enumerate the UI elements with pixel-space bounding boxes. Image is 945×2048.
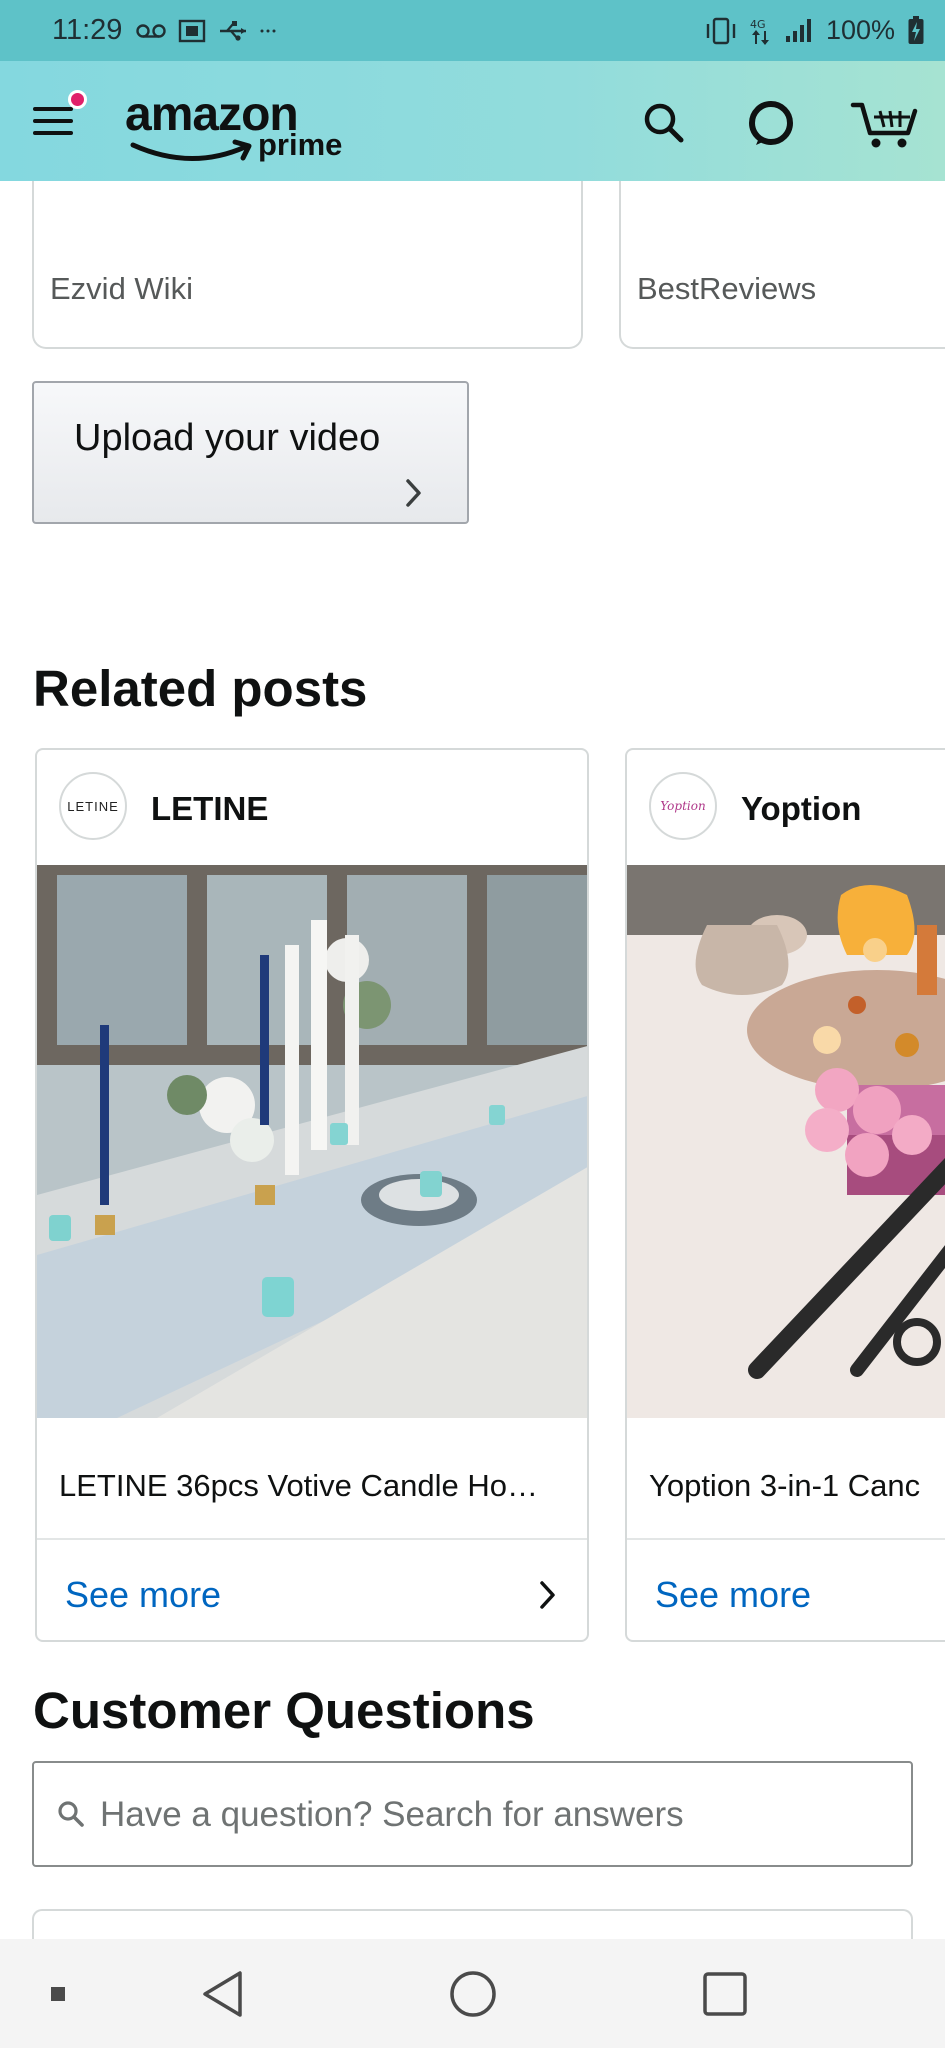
brand-name[interactable]: Yoption	[741, 790, 861, 828]
post-title[interactable]: LETINE 36pcs Votive Candle Ho…	[59, 1468, 569, 1504]
search-button[interactable]	[636, 95, 692, 151]
chevron-right-icon[interactable]	[537, 1578, 559, 1612]
post-card[interactable]: Yoption Yoption Yoption 3-in-1 Canc See …	[625, 748, 945, 1642]
post-title[interactable]: Yoption 3-in-1 Canc	[649, 1468, 945, 1504]
notification-dot	[68, 90, 87, 109]
recents-button[interactable]	[692, 1939, 758, 2048]
amazon-prime-logo[interactable]: amazon prime	[125, 87, 365, 167]
smile-icon	[130, 139, 252, 161]
chevron-right-icon	[406, 479, 421, 507]
divider	[37, 1538, 587, 1540]
question-card[interactable]	[32, 1909, 913, 1939]
recents-icon	[703, 1971, 747, 2016]
question-search-field[interactable]	[32, 1761, 913, 1867]
divider	[627, 1538, 945, 1540]
related-posts-title: Related posts	[33, 660, 368, 717]
post-header: LETINE LETINE	[37, 750, 587, 865]
brand-avatar[interactable]: Yoption	[649, 772, 717, 840]
upload-label: Upload your video	[74, 417, 381, 459]
customer-questions-title: Customer Questions	[33, 1682, 535, 1739]
system-nav-bar	[0, 1939, 945, 2048]
video-card[interactable]: Ezvid Wiki	[32, 181, 583, 349]
question-search-input[interactable]	[100, 1783, 890, 1847]
alexa-icon	[749, 101, 793, 145]
overview-icon	[51, 1986, 65, 2001]
candle-table-photo	[37, 865, 587, 1418]
alexa-button[interactable]	[743, 95, 799, 151]
cart-icon	[850, 102, 918, 148]
status-left-icons	[136, 18, 276, 44]
usb-icon	[218, 20, 248, 42]
app-header: amazon prime	[0, 61, 945, 181]
post-card[interactable]: LETINE LETINE LETINE 36pcs Votive Candle…	[35, 748, 589, 1642]
brand-avatar[interactable]: LETINE	[59, 772, 127, 840]
data-transfer-icon: 4G	[750, 16, 772, 46]
voicemail-icon	[136, 23, 167, 39]
back-button[interactable]	[190, 1939, 256, 2048]
candle-accessories-photo	[627, 865, 945, 1418]
upload-video-button[interactable]: Upload your video	[32, 381, 469, 524]
avatar-text: LETINE	[67, 798, 119, 814]
see-more-link[interactable]: See more	[655, 1574, 811, 1616]
svg-text:4G: 4G	[750, 18, 766, 31]
more-dots-icon	[260, 28, 276, 34]
page-content: Ezvid Wiki BestReviews Upload your video…	[0, 181, 945, 1939]
overview-button[interactable]	[30, 1939, 86, 2048]
home-button[interactable]	[440, 1939, 506, 2048]
video-card[interactable]: BestReviews	[619, 181, 945, 349]
status-right: 4G 100%	[704, 15, 925, 46]
logo-sub: prime	[258, 127, 343, 162]
search-icon	[644, 103, 684, 143]
brand-name[interactable]: LETINE	[151, 790, 268, 828]
battery-percent: 100%	[825, 15, 895, 45]
see-more-link[interactable]: See more	[65, 1574, 221, 1616]
vibrate-icon	[704, 16, 738, 46]
post-header: Yoption Yoption	[627, 750, 945, 865]
home-icon	[450, 1970, 496, 2017]
post-image[interactable]	[37, 865, 587, 1418]
status-time: 11:29	[52, 14, 123, 46]
shopping-bag-icon	[178, 18, 206, 44]
battery-icon	[907, 15, 925, 46]
cart-button[interactable]	[850, 95, 920, 151]
search-icon	[58, 1801, 84, 1827]
video-source: Ezvid Wiki	[50, 271, 193, 306]
status-bar: 11:29 4G 100%	[0, 0, 945, 61]
back-icon	[203, 1970, 242, 2017]
post-image[interactable]	[627, 865, 945, 1418]
signal-icon	[784, 18, 814, 44]
avatar-text: Yoption	[660, 799, 706, 813]
video-source: BestReviews	[637, 271, 817, 306]
